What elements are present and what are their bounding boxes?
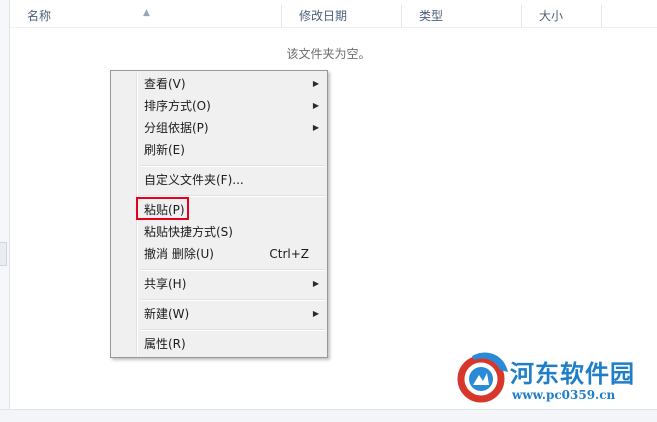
menu-item-properties[interactable]: 属性(R) (113, 333, 325, 355)
watermark-emblem-icon (457, 352, 508, 403)
submenu-arrow-icon: ▶ (312, 101, 319, 110)
menu-item-view[interactable]: 查看(V) ▶ (113, 73, 325, 95)
menu-item-new[interactable]: 新建(W) ▶ (113, 303, 325, 325)
watermark-title: 河东软件园 (510, 359, 635, 388)
context-menu: 查看(V) ▶ 排序方式(O) ▶ 分组依据(P) ▶ 刷新(E) 自定义文件夹… (110, 70, 328, 358)
menu-item-label: 撤消 删除(U) (144, 247, 214, 261)
menu-separator (141, 299, 325, 301)
watermark-url: www.pc0359.cn (512, 388, 616, 402)
menu-separator (141, 329, 325, 331)
menu-item-paste-shortcut[interactable]: 粘贴快捷方式(S) (113, 221, 325, 243)
menu-item-label: 属性(R) (144, 337, 186, 351)
menu-item-sort-by[interactable]: 排序方式(O) ▶ (113, 95, 325, 117)
column-header-type[interactable]: 类型 (402, 5, 522, 27)
menu-item-label: 分组依据(P) (144, 121, 209, 135)
menu-item-customize-folder[interactable]: 自定义文件夹(F)... (113, 169, 325, 191)
sort-ascending-icon: ▲ (143, 8, 150, 18)
menu-separator (141, 165, 325, 167)
column-header-name[interactable]: 名称 ▲ (10, 5, 282, 27)
column-header-size[interactable]: 大小 (522, 5, 602, 27)
menu-item-label: 查看(V) (144, 77, 186, 91)
menu-item-refresh[interactable]: 刷新(E) (113, 139, 325, 161)
column-header-row: 名称 ▲ 修改日期 类型 大小 (10, 5, 657, 28)
menu-item-shortcut: Ctrl+Z (269, 247, 309, 261)
empty-folder-message: 该文件夹为空。 (286, 47, 371, 61)
submenu-arrow-icon: ▶ (312, 79, 319, 88)
submenu-arrow-icon: ▶ (312, 309, 319, 318)
menu-item-label: 排序方式(O) (144, 99, 211, 113)
submenu-arrow-icon: ▶ (312, 123, 319, 132)
menu-item-undo-delete[interactable]: 撤消 删除(U) Ctrl+Z (113, 243, 325, 265)
menu-separator (141, 269, 325, 271)
column-header-modified[interactable]: 修改日期 (282, 5, 402, 27)
column-size-label: 大小 (539, 9, 564, 23)
status-bar (0, 409, 657, 422)
column-type-label: 类型 (419, 9, 444, 23)
menu-item-label: 自定义文件夹(F)... (144, 173, 244, 187)
navigation-pane-edge (0, 0, 10, 421)
menu-item-share[interactable]: 共享(H) ▶ (113, 273, 325, 295)
submenu-arrow-icon: ▶ (312, 279, 319, 288)
menu-item-group-by[interactable]: 分组依据(P) ▶ (113, 117, 325, 139)
column-modified-label: 修改日期 (299, 9, 348, 23)
menu-item-label: 新建(W) (144, 307, 190, 321)
pane-resize-handle[interactable] (0, 242, 7, 266)
paste-highlight-annotation (136, 197, 189, 220)
menu-item-label: 刷新(E) (144, 143, 185, 157)
watermark-logo: 河东软件园 www.pc0359.cn (452, 346, 657, 409)
menu-item-label: 粘贴快捷方式(S) (144, 225, 233, 239)
column-name-label: 名称 (27, 9, 52, 23)
menu-item-label: 共享(H) (144, 277, 187, 291)
